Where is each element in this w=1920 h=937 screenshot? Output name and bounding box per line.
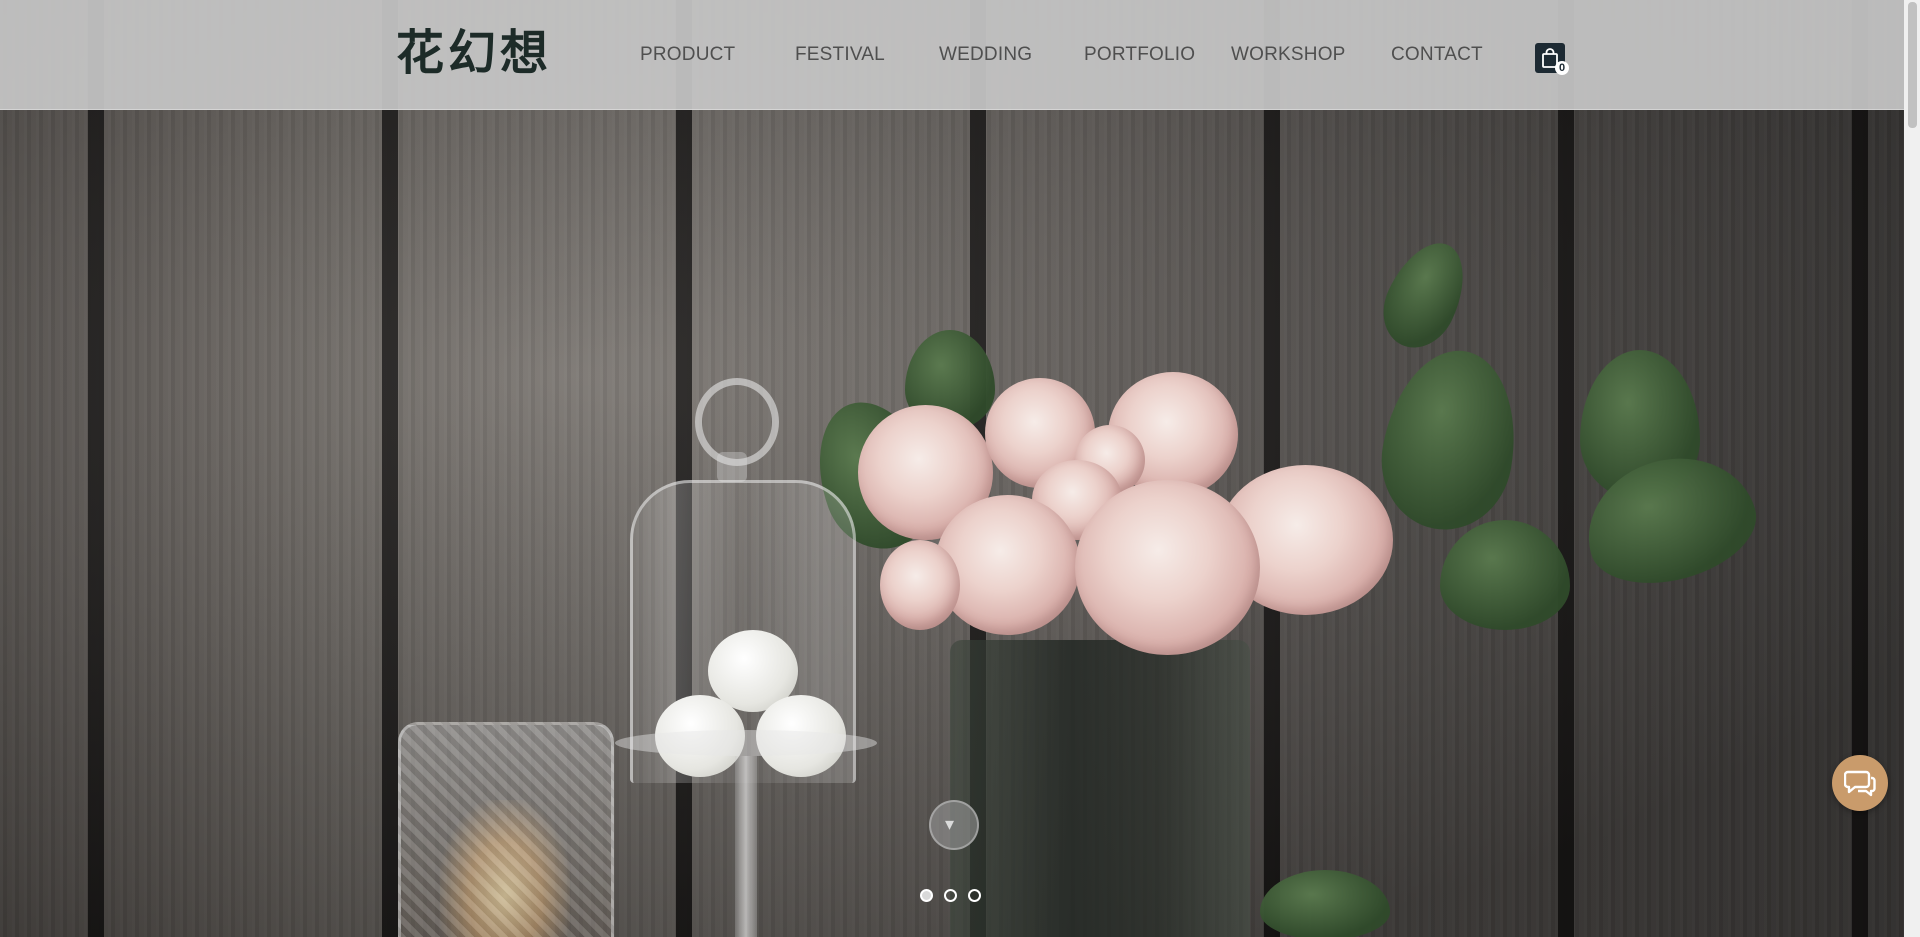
glass-vase [950,640,1250,937]
site-logo[interactable]: 花幻想 [396,22,592,84]
nav-workshop[interactable]: WORKSHOP [1231,44,1346,66]
cart-button[interactable]: 0 [1535,43,1569,75]
chat-bubbles-icon [1844,770,1876,797]
scrollbar-thumb[interactable] [1908,2,1917,128]
slide-dot-1[interactable] [920,889,933,902]
cloche-plate [615,730,877,756]
chevron-down-icon: ▾ [945,814,955,835]
rose [935,495,1080,635]
rose [880,540,960,630]
candle-holder [398,722,614,937]
site-header: 花幻想 PRODUCT FESTIVAL WEDDING PORTFOLIO W… [0,0,1904,110]
page-scrollbar[interactable] [1904,0,1920,937]
nav-contact[interactable]: CONTACT [1391,44,1483,66]
nav-wedding[interactable]: WEDDING [939,44,1032,66]
nav-product[interactable]: PRODUCT [640,44,735,66]
cart-count-badge: 0 [1555,61,1569,75]
cake-stand [735,756,757,937]
hero-banner: ▾ [0,0,1904,937]
slide-dot-2[interactable] [944,889,957,902]
cloche-neck [717,452,747,482]
nav-portfolio[interactable]: PORTFOLIO [1084,44,1195,66]
nav-festival[interactable]: FESTIVAL [795,44,885,66]
chat-button[interactable] [1832,755,1888,811]
slide-dot-3[interactable] [968,889,981,902]
scroll-down-button[interactable]: ▾ [929,800,979,850]
rose [1075,480,1260,655]
